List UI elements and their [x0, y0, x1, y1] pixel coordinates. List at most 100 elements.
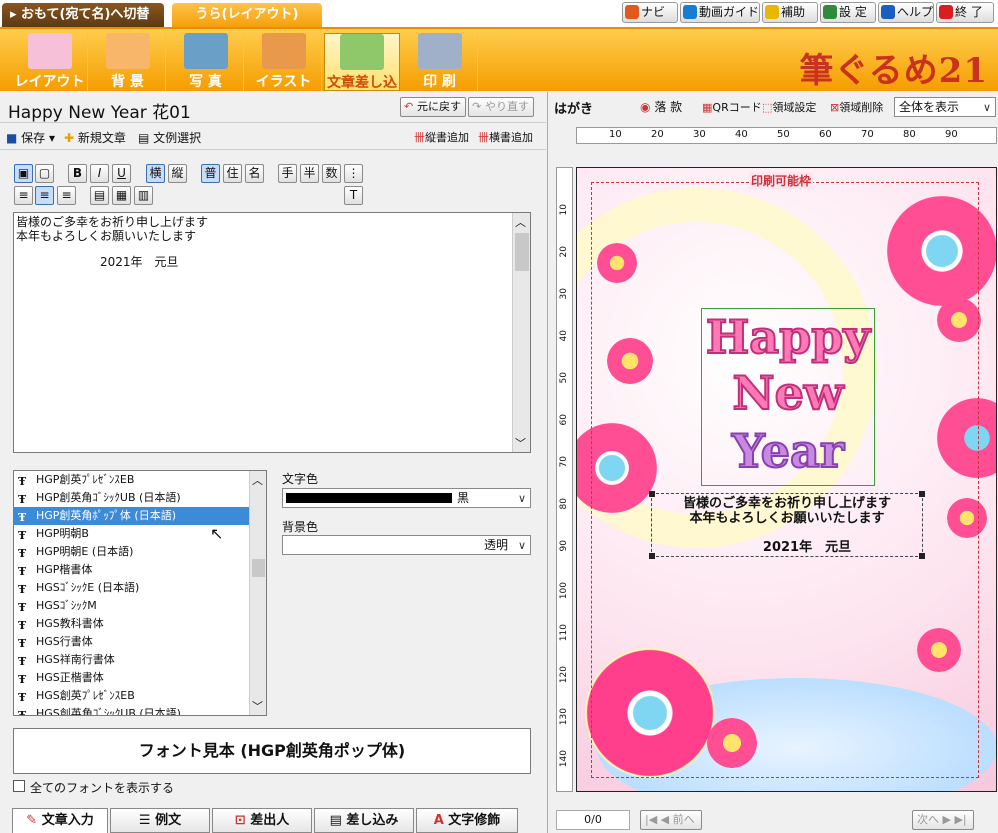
horizontal-text-button[interactable]: 横 — [146, 164, 165, 183]
ribbon-layout[interactable]: レイアウト — [12, 33, 88, 91]
scroll-up-icon[interactable]: ︿ — [252, 472, 263, 488]
font-list-item[interactable]: Ŧ HGS正楷書体 — [14, 669, 266, 687]
tab-insert[interactable]: ▤ 差し込み — [314, 808, 414, 833]
font-list-item[interactable]: Ŧ HGS行書体 — [14, 633, 266, 651]
stamp-button[interactable]: ◉ 落 款 — [640, 98, 682, 115]
postcard-canvas[interactable]: 印刷可能枠 Happy New Year 皆様のご多幸をお祈り申し上げます 本年… — [576, 167, 997, 792]
stamp-label: 落 款 — [654, 100, 683, 114]
save-button[interactable]: ■ 保存 ▾ — [6, 129, 55, 146]
message-textarea[interactable]: 皆様のご多幸をお祈り申し上げます 本年もよろしくお願いいたします 2021年 元… — [13, 212, 531, 453]
tab-back-layout[interactable]: うら(レイアウト) — [172, 3, 322, 27]
italic-button[interactable]: I — [90, 164, 109, 183]
font-name: HGS正楷書体 — [36, 671, 104, 684]
vertical-text-button[interactable]: 縦 — [168, 164, 187, 183]
text-color-label: 文字色 — [282, 472, 319, 486]
font-list-scrollbar[interactable]: ︿ ﹀ — [249, 471, 266, 715]
font-list-item[interactable]: Ŧ HGP創英角ｺﾞｼｯｸUB (日本語) — [14, 489, 266, 507]
halfwidth-button[interactable]: 半 — [300, 164, 319, 183]
postcard-label: はがき — [554, 102, 594, 117]
text-size-icon[interactable]: T — [344, 186, 363, 205]
play-button[interactable]: 動画ガイド — [680, 2, 760, 23]
next-button[interactable]: 次へ ▶ ▶| — [912, 810, 974, 830]
address-mode-button[interactable]: 住 — [223, 164, 242, 183]
redo-button[interactable]: ↷ やり直す — [468, 97, 534, 117]
normal-mode-button[interactable]: 普 — [201, 164, 220, 183]
ribbon-printer[interactable]: 印 刷 — [402, 33, 478, 91]
font-list-item[interactable]: Ŧ HGP創英角ﾎﾟｯﾌﾟ体 (日本語) — [14, 507, 266, 525]
resize-handle[interactable] — [919, 553, 925, 559]
bold-button[interactable]: B — [68, 164, 87, 183]
ruler-tick-label: 60 — [559, 414, 569, 426]
undo-button[interactable]: ↶ 元に戻す — [400, 97, 466, 117]
align-center-icon[interactable]: ≡ — [35, 186, 54, 205]
scroll-down-icon[interactable]: ﹀ — [515, 435, 526, 451]
star-button[interactable]: 補助 — [762, 2, 818, 23]
font-list-item[interactable]: Ŧ HGS祥南行書体 — [14, 651, 266, 669]
font-list-item[interactable]: Ŧ HGP楷書体 — [14, 561, 266, 579]
qr-code-button[interactable]: ▦QRコード — [702, 99, 762, 115]
printer-icon — [417, 33, 462, 69]
font-list-item[interactable]: Ŧ HGS創英角ｺﾞｼｯｸUB (日本語) — [14, 705, 266, 715]
mouse-cursor-icon: ↖ — [210, 524, 224, 543]
number-button[interactable]: 数 — [322, 164, 341, 183]
scroll-up-icon[interactable]: ︿ — [515, 214, 526, 230]
tab-sender[interactable]: ⊡ 差出人 — [212, 808, 312, 833]
wrench-button[interactable]: 設 定 — [820, 2, 876, 23]
area-delete-button[interactable]: ⊠領域削除 — [830, 99, 883, 115]
text-color-select[interactable]: 黒 ∨ — [282, 488, 531, 508]
bg-color-select[interactable]: 透明 ∨ — [282, 535, 531, 555]
tab-example-text[interactable]: ☰ 例文 — [110, 808, 210, 833]
font-list[interactable]: Ŧ HGP創英ﾌﾟﾚｾﾞﾝｽEB Ŧ HGP創英角ｺﾞｼｯｸUB (日本語) Ŧ HGP創… — [13, 470, 267, 716]
underline-button[interactable]: U — [112, 164, 131, 183]
save-label: 保存 — [21, 131, 46, 145]
insert-icon: ▤ — [329, 813, 342, 828]
ribbon-text-insert[interactable]: 文章差し込み — [324, 33, 400, 111]
handwriting-button[interactable]: 手 — [278, 164, 297, 183]
text-frame-icon[interactable]: ▣ — [14, 164, 33, 183]
ribbon-background[interactable]: 背 景 — [90, 33, 166, 91]
font-list-item[interactable]: Ŧ HGSｺﾞｼｯｸM — [14, 597, 266, 615]
tab-front-address[interactable]: ▸ おもて(宛て名)へ切替 — [2, 3, 164, 27]
select-example-button[interactable]: ▤ 文例選択 — [138, 129, 201, 146]
tab-text-decoration[interactable]: A 文字修飾 — [416, 808, 518, 833]
pointer-icon — [625, 5, 639, 19]
tab-label: 文字修飾 — [448, 813, 501, 828]
horizontal-add-button[interactable]: 卌横書追加 — [478, 129, 533, 145]
font-list-item[interactable]: Ŧ HGSｺﾞｼｯｸE (日本語) — [14, 579, 266, 597]
message-text-frame[interactable]: 皆様のご多幸をお祈り申し上げます 本年もよろしくお願いいたします 2021年 元… — [649, 491, 925, 559]
show-all-fonts-checkbox[interactable] — [13, 780, 25, 792]
ribbon-photo[interactable]: 写 真 — [168, 33, 244, 91]
scroll-thumb[interactable] — [515, 233, 529, 271]
name-mode-button[interactable]: 名 — [245, 164, 264, 183]
align-right-icon[interactable]: ≡ — [57, 186, 76, 205]
title-text-frame[interactable]: Happy New Year — [701, 308, 875, 486]
font-list-item[interactable]: Ŧ HGP明朝E (日本語) — [14, 543, 266, 561]
new-document-button[interactable]: ✚ 新規文章 — [64, 129, 126, 146]
area-settings-button[interactable]: ⬚領域設定 — [762, 99, 816, 115]
tab-text-input[interactable]: ✎ 文章入力 — [12, 808, 108, 833]
valign-top-icon[interactable]: ▤ — [90, 186, 109, 205]
close-button[interactable]: 終 了 — [936, 2, 994, 23]
help-button[interactable]: ヘルプ — [878, 2, 934, 23]
scroll-down-icon[interactable]: ﹀ — [252, 698, 263, 714]
image-frame-icon[interactable]: ▢ — [35, 164, 54, 183]
scroll-thumb[interactable] — [252, 559, 265, 577]
font-list-item[interactable]: Ŧ HGS教科書体 — [14, 615, 266, 633]
resize-handle[interactable] — [649, 553, 655, 559]
resize-handle[interactable] — [649, 491, 655, 497]
vertical-add-button[interactable]: 卌縦書追加 — [414, 129, 469, 145]
prev-button[interactable]: |◀ ◀ 前へ — [640, 810, 702, 830]
digit-direction-icon[interactable]: ⋮ — [344, 164, 363, 183]
resize-handle[interactable] — [919, 491, 925, 497]
textarea-scrollbar[interactable]: ︿ ﹀ — [512, 213, 530, 452]
show-all-fonts-label: 全てのフォントを表示する — [30, 781, 175, 795]
font-list-item[interactable]: Ŧ HGP創英ﾌﾟﾚｾﾞﾝｽEB — [14, 471, 266, 489]
ribbon-illustration[interactable]: イラスト — [246, 33, 322, 91]
pointer-button[interactable]: ナビ — [622, 2, 678, 23]
font-list-item[interactable]: Ŧ HGP明朝B — [14, 525, 266, 543]
valign-bottom-icon[interactable]: ▥ — [134, 186, 153, 205]
zoom-select[interactable]: 全体を表示 ∨ — [894, 97, 996, 117]
valign-middle-icon[interactable]: ▦ — [112, 186, 131, 205]
align-left-icon[interactable]: ≡ — [14, 186, 33, 205]
font-list-item[interactable]: Ŧ HGS創英ﾌﾟﾚｾﾞﾝｽEB — [14, 687, 266, 705]
